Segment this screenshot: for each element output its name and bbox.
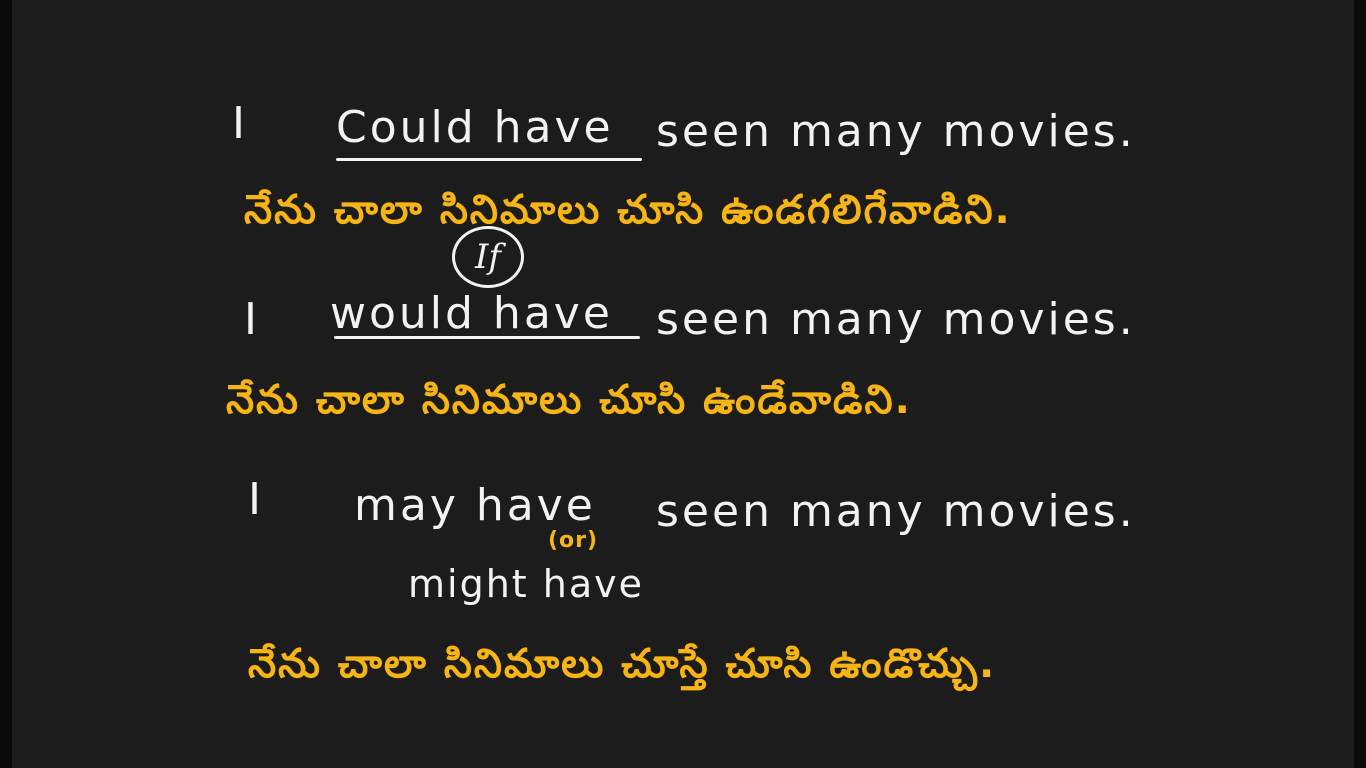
sentence-2-rest: seen many movies. — [656, 294, 1136, 345]
sentence-1-modal: Could have — [336, 102, 614, 153]
sentence-3-rest: seen many movies. — [656, 486, 1136, 537]
sentence-1-rest: seen many movies. — [656, 106, 1136, 157]
sentence-3-telugu: నేను చాలా సినిమాలు చూస్తే చూసి ఉండొచ్చు. — [248, 641, 997, 687]
sentence-2-modal-underline — [334, 336, 640, 339]
sentence-3-english: I may have seen many movies. — [0, 0, 1366, 534]
sentence-3-modal: may have — [354, 480, 596, 531]
sentence-2-modal: would have — [330, 288, 613, 339]
might-have-alternative: might have — [408, 562, 644, 606]
sentence-2-pronoun: I — [244, 294, 260, 345]
sentence-3-pronoun: I — [248, 474, 264, 525]
sentence-1-telugu: నేను చాలా సినిమాలు చూసి ఉండగలిగేవాడిని. — [244, 187, 1012, 233]
sentence-2-telugu: నేను చాలా సినిమాలు చూసి ఉండేవాడిని. — [226, 377, 912, 423]
if-annotation-circle: If — [452, 226, 524, 288]
sentence-1-modal-underline — [336, 158, 642, 161]
left-frame-edge — [0, 0, 12, 768]
right-frame-edge — [1354, 0, 1366, 768]
sentence-1-pronoun: I — [232, 98, 248, 149]
if-annotation-text: If — [474, 237, 501, 277]
blackboard: I Could have seen many movies. నేను చాలా… — [0, 0, 1366, 768]
or-connector: (or) — [548, 528, 599, 553]
